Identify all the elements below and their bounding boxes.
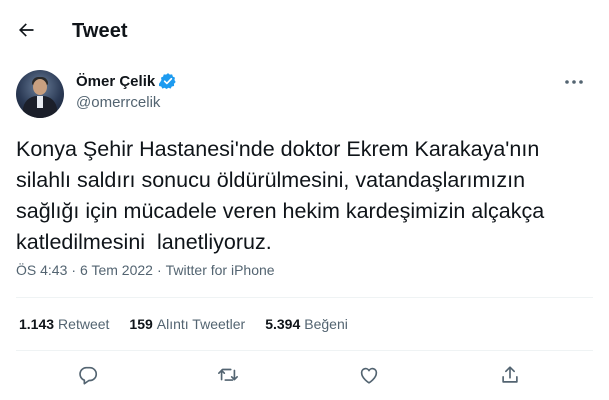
tweet-header: Tweet [0, 0, 609, 58]
tweet-date[interactable]: 6 Tem 2022 [80, 262, 153, 278]
retweet-count-value: 1.143 [19, 316, 55, 332]
reply-button[interactable] [75, 362, 101, 388]
divider [16, 297, 593, 298]
reply-icon [77, 364, 99, 386]
author-handle[interactable]: @omerrcelik [76, 94, 160, 111]
tweet-time[interactable]: ÖS 4:43 [16, 262, 67, 278]
like-count[interactable]: 5.394 Beğeni [265, 316, 348, 332]
tweet-text: Konya Şehir Hastanesi'nde doktor Ekrem K… [16, 137, 545, 254]
author-name[interactable]: Ömer Çelik [76, 72, 177, 90]
like-button[interactable] [356, 362, 382, 388]
quote-count[interactable]: 159 Alıntı Tweetler [129, 316, 245, 332]
tweet-stats: 1.143 Retweet 159 Alıntı Tweetler 5.394 … [19, 316, 368, 332]
divider [16, 350, 593, 351]
meta-separator: · [156, 262, 162, 278]
tweet-actions [0, 362, 609, 388]
arrow-left-icon [16, 20, 36, 40]
more-options-button[interactable] [562, 72, 586, 92]
back-button[interactable] [14, 18, 38, 42]
page-title: Tweet [72, 20, 128, 42]
quote-count-label: Alıntı Tweetler [156, 316, 246, 332]
retweet-count-label: Retweet [58, 316, 110, 332]
more-dots-icon [564, 79, 584, 85]
share-button[interactable] [497, 362, 523, 388]
avatar[interactable] [16, 70, 64, 118]
verified-badge-icon [159, 72, 177, 90]
like-icon [358, 364, 380, 386]
share-icon [499, 364, 521, 386]
retweet-button[interactable] [215, 362, 241, 388]
retweet-icon [217, 364, 239, 386]
tweet-source[interactable]: Twitter for iPhone [166, 262, 275, 278]
tweet-meta: ÖS 4:43 · 6 Tem 2022 · Twitter for iPhon… [16, 262, 275, 278]
like-count-value: 5.394 [265, 316, 301, 332]
like-count-label: Beğeni [304, 316, 348, 332]
quote-count-value: 159 [129, 316, 153, 332]
retweet-count[interactable]: 1.143 Retweet [19, 316, 109, 332]
meta-separator: · [71, 262, 77, 278]
author-name-text: Ömer Çelik [76, 72, 156, 90]
